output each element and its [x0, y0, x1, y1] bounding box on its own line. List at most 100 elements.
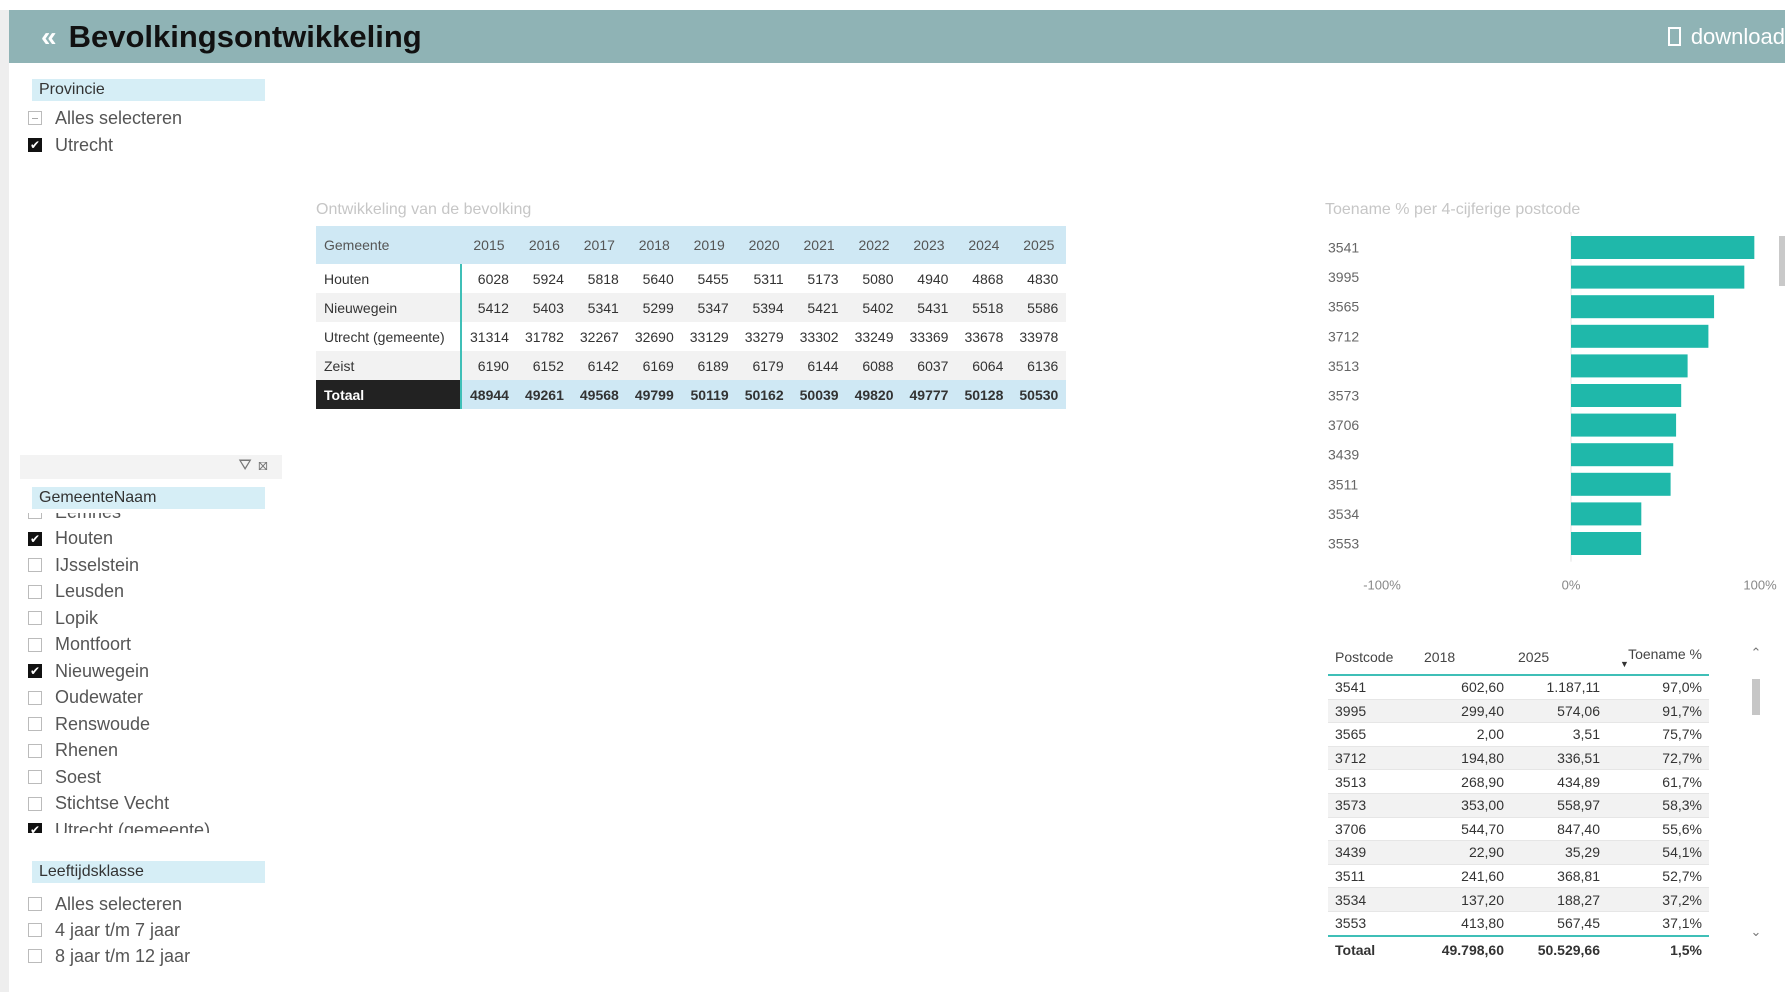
download-button[interactable]: download: [1667, 10, 1785, 63]
slicer-item-label: Houten: [55, 528, 114, 548]
table-cell: 188,27: [1511, 887, 1607, 912]
filter-icon[interactable]: ⛛: [238, 457, 257, 474]
column-header[interactable]: 2020: [736, 226, 792, 264]
bar[interactable]: [1571, 265, 1745, 289]
bar[interactable]: [1571, 354, 1688, 378]
slicer-item[interactable]: ✔ Utrecht (gemeente): [28, 819, 210, 833]
column-header[interactable]: 2016: [516, 226, 572, 264]
scroll-thumb[interactable]: [1752, 679, 1760, 715]
bar[interactable]: [1571, 413, 1677, 437]
category-label: 3565: [1328, 299, 1359, 315]
scroll-down-icon[interactable]: ⌄: [1749, 924, 1763, 940]
table-cell: 35,29: [1511, 840, 1607, 865]
slicer-item-label: Eemnes: [55, 513, 121, 523]
column-header[interactable]: 2022: [846, 226, 902, 264]
slicer-item[interactable]: Montfoort: [28, 634, 131, 656]
table-cell: 5394: [736, 293, 792, 322]
category-label: 3541: [1328, 240, 1359, 256]
slicer-item[interactable]: Renswoude: [28, 713, 150, 735]
slicer-item[interactable]: 8 jaar t/m 12 jaar: [28, 945, 190, 967]
slicer-item[interactable]: Eemnes: [28, 513, 121, 523]
postcode-table: Postcode 2018 2025 Toename % ▼ 3541 602,60 1.1…: [1328, 640, 1709, 963]
table-cell: 5421: [791, 293, 847, 322]
checkbox[interactable]: [28, 584, 42, 599]
slicer-item[interactable]: Alles selecteren: [28, 107, 182, 129]
bar[interactable]: [1571, 295, 1715, 319]
checkbox[interactable]: [28, 637, 42, 652]
checkbox[interactable]: [28, 897, 42, 911]
clear-filter-icon[interactable]: ⊠: [258, 457, 274, 474]
checkbox[interactable]: [28, 611, 42, 625]
slicer-item[interactable]: IJsselstein: [28, 554, 139, 576]
slicer-item[interactable]: Alles selecteren: [28, 893, 182, 915]
population-table-title: Ontwikkeling van de bevolking: [316, 201, 532, 218]
checkbox[interactable]: [28, 949, 42, 963]
checkbox[interactable]: [28, 558, 42, 572]
slicer-item[interactable]: Leusden: [28, 581, 124, 603]
postcode-table-scrollbar[interactable]: ⌃ ⌄: [1749, 645, 1763, 940]
column-header[interactable]: 2019: [681, 226, 737, 264]
column-header[interactable]: 2017: [571, 226, 627, 264]
checkbox[interactable]: [28, 743, 42, 758]
chart-scrollbar[interactable]: [1779, 236, 1785, 286]
table-cell: 6152: [516, 351, 572, 380]
category-label: 3995: [1328, 269, 1359, 285]
column-header-label: 2018: [1424, 649, 1456, 665]
bar[interactable]: [1571, 384, 1682, 407]
column-header[interactable]: 2025: [1011, 226, 1067, 264]
bar[interactable]: [1571, 502, 1642, 526]
table-cell: 54,1%: [1607, 840, 1709, 865]
checkbox[interactable]: [28, 770, 42, 784]
column-header[interactable]: 2015: [461, 226, 517, 264]
back-icon[interactable]: «: [41, 21, 57, 53]
column-header[interactable]: 2023: [901, 226, 957, 264]
scroll-up-icon[interactable]: ⌃: [1749, 645, 1763, 661]
slicer-item[interactable]: ✔ Houten: [28, 528, 113, 550]
table-cell: 58,3%: [1607, 793, 1709, 818]
slicer-header-bar: ⛛⊠: [20, 455, 282, 479]
table-row: 3573 353,00 558,97 58,3%: [1328, 793, 1709, 818]
checkbox[interactable]: [28, 923, 42, 937]
checkbox[interactable]: ✔: [28, 823, 42, 833]
bar[interactable]: [1571, 443, 1674, 467]
table-cell: 6144: [791, 351, 847, 380]
slicer-item[interactable]: ✔ Nieuwegein: [28, 660, 149, 682]
total-cell: 50530: [1011, 380, 1067, 409]
slicer-item[interactable]: Stichtse Vecht: [28, 793, 169, 815]
slicer-item[interactable]: Lopik: [28, 607, 98, 629]
slicer-item[interactable]: ✔ Utrecht: [28, 134, 113, 156]
checkbox[interactable]: [28, 111, 42, 125]
column-header[interactable]: 2025: [1511, 640, 1607, 676]
table-cell: 368,81: [1511, 864, 1607, 889]
checkbox[interactable]: [28, 513, 42, 519]
checkbox[interactable]: ✔: [28, 531, 42, 546]
column-header[interactable]: 2024: [956, 226, 1012, 264]
total-cell: 49568: [571, 380, 627, 409]
table-cell: 6189: [681, 351, 737, 380]
checkbox[interactable]: [28, 796, 42, 811]
bar[interactable]: [1571, 472, 1671, 496]
table-cell: 5518: [956, 293, 1012, 322]
table-cell: 5412: [461, 293, 517, 322]
checkbox[interactable]: [28, 717, 42, 731]
total-cell: Totaal: [316, 380, 462, 409]
bar[interactable]: [1571, 236, 1755, 259]
checkbox[interactable]: ✔: [28, 664, 42, 678]
bar[interactable]: [1571, 532, 1642, 555]
column-header[interactable]: Postcode: [1328, 640, 1417, 676]
slicer-item[interactable]: Oudewater: [28, 687, 143, 709]
checkbox[interactable]: ✔: [28, 138, 42, 152]
slicer-item[interactable]: Soest: [28, 766, 101, 788]
bar[interactable]: [1571, 324, 1709, 348]
column-header[interactable]: Gemeente: [316, 226, 461, 264]
x-tick-label: -100%: [1363, 578, 1401, 593]
gemeente-slicer-list[interactable]: Eemnes ✔ Houten IJsselstein Leusden Lopik Mont…: [0, 513, 290, 833]
slicer-item[interactable]: 4 jaar t/m 7 jaar: [28, 919, 180, 941]
column-header[interactable]: 2018: [1417, 640, 1511, 676]
column-header[interactable]: 2018: [626, 226, 682, 264]
column-header[interactable]: Toename % ▼: [1607, 640, 1709, 676]
column-header[interactable]: 2021: [791, 226, 847, 264]
checkbox[interactable]: [28, 690, 42, 705]
slicer-item-label: 4 jaar t/m 7 jaar: [55, 919, 181, 940]
slicer-item[interactable]: Rhenen: [28, 740, 118, 762]
